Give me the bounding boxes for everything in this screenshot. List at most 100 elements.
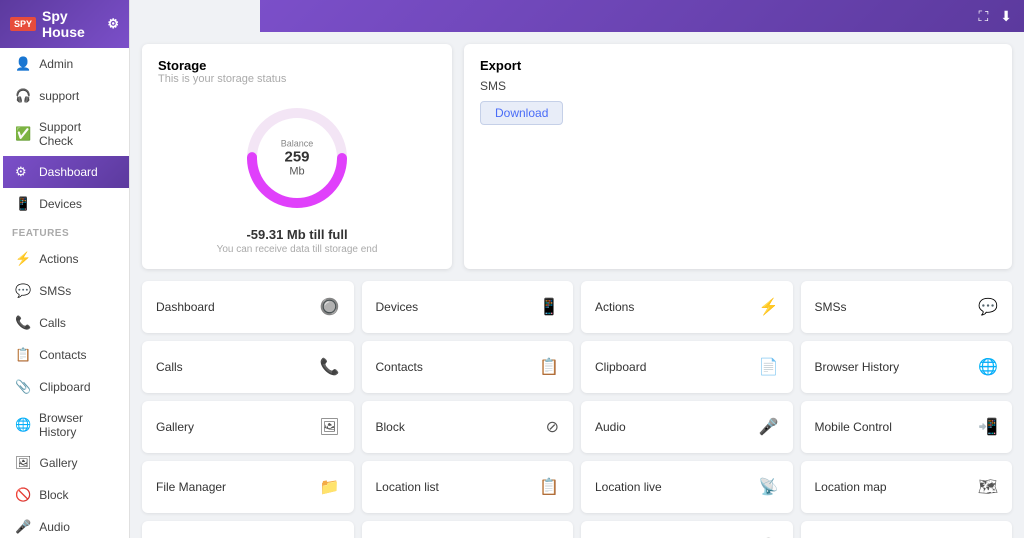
tile-gallery[interactable]: Gallery 🖼 (142, 401, 354, 453)
sidebar-label-admin: Admin (39, 57, 73, 71)
tile-label-file-manager: File Manager (156, 480, 226, 494)
storage-title: Storage (158, 58, 206, 73)
tile-actions[interactable]: Actions ⚡ (581, 281, 793, 333)
tile-icon-devices: 📱 (539, 297, 559, 317)
tile-icon-browser-history: 🌐 (978, 357, 998, 377)
sidebar-item-clipboard[interactable]: 📎 Clipboard (0, 371, 129, 403)
sidebar-label-calls: Calls (39, 316, 66, 330)
tiles-grid: Dashboard 🔘 Devices 📱 Actions ⚡ SMSs 💬 C… (142, 281, 1012, 538)
tile-label-smss: SMSs (815, 300, 847, 314)
clipboard-icon: 📎 (15, 379, 31, 395)
sidebar-label-dashboard: Dashboard (39, 165, 98, 179)
sidebar-item-audio[interactable]: 🎤 Audio (0, 511, 129, 538)
tile-devices[interactable]: Devices 📱 (362, 281, 574, 333)
tile-messengers[interactable]: Messengers 💬 (581, 521, 793, 538)
tile-icon-actions: ⚡ (759, 297, 779, 317)
sidebar: SPY Spy House ⚙ 👤 Admin 🎧 support ✅ Supp… (0, 0, 130, 538)
block-icon: 🚫 (15, 487, 31, 503)
tile-smss[interactable]: SMSs 💬 (801, 281, 1013, 333)
tile-label-actions: Actions (595, 300, 634, 314)
tile-icon-location-map: 🗺 (978, 477, 998, 497)
tile-icon-gallery: 🖼 (319, 417, 339, 437)
sidebar-item-support-check[interactable]: ✅ Support Check (0, 112, 129, 156)
sidebar-item-admin[interactable]: 👤 Admin (0, 48, 129, 80)
sidebar-label-block: Block (39, 488, 68, 502)
download-button[interactable]: Download (480, 101, 563, 125)
balance-unit: Mb (281, 166, 314, 178)
sidebar-item-contacts[interactable]: 📋 Contacts (0, 339, 129, 371)
tile-icon-file-manager: 📁 (320, 477, 340, 497)
actions-icon: ⚡ (15, 251, 31, 267)
tile-payment-history[interactable]: Payment History 💳 (142, 521, 354, 538)
tile-block[interactable]: Block ⊘ (362, 401, 574, 453)
tile-icon-block: ⊘ (546, 417, 559, 437)
tile-label-location-list: Location list (376, 480, 439, 494)
sidebar-label-contacts: Contacts (39, 348, 86, 362)
sidebar-item-smss[interactable]: 💬 SMSs (0, 275, 129, 307)
tile-keylogger[interactable]: Keylogger ⌨ (801, 521, 1013, 538)
sidebar-item-browser-history[interactable]: 🌐 Browser History (0, 403, 129, 447)
sidebar-item-devices[interactable]: 📱 Devices (0, 188, 129, 220)
storage-donut: Balance 259 Mb (242, 103, 352, 213)
storage-subtitle: This is your storage status (158, 73, 286, 85)
storage-card: Storage This is your storage status Bala… (142, 44, 452, 269)
sidebar-label-support: support (39, 89, 79, 103)
sidebar-label-support-check: Support Check (39, 120, 117, 148)
tile-label-gallery: Gallery (156, 420, 194, 434)
export-title: Export (480, 58, 996, 73)
settings-icon[interactable]: ⚙ (107, 16, 119, 32)
smss-icon: 💬 (15, 283, 31, 299)
sidebar-label-audio: Audio (39, 520, 70, 534)
tile-label-clipboard: Clipboard (595, 360, 646, 374)
tile-label-contacts: Contacts (376, 360, 423, 374)
tile-label-audio: Audio (595, 420, 626, 434)
sidebar-label-gallery: Gallery (40, 456, 78, 470)
sidebar-label-browser-history: Browser History (39, 411, 117, 439)
top-cards: Storage This is your storage status Bala… (142, 44, 1012, 269)
sidebar-label-actions: Actions (39, 252, 78, 266)
tile-icon-mobile-control: 📲 (978, 417, 998, 437)
spy-logo: SPY (10, 17, 36, 31)
tile-mobile-control[interactable]: Mobile Control 📲 (801, 401, 1013, 453)
expand-icon[interactable]: ⛶ (978, 8, 988, 25)
storage-info: -59.31 Mb till full (246, 227, 347, 242)
balance-value: 259 (281, 149, 314, 166)
balance-text: Balance (281, 139, 314, 149)
sidebar-item-block[interactable]: 🚫 Block (0, 479, 129, 511)
tile-icon-location-live: 📡 (759, 477, 779, 497)
main-content: Storage This is your storage status Bala… (130, 32, 1024, 538)
support-check-icon: ✅ (15, 126, 31, 142)
tile-label-location-live: Location live (595, 480, 662, 494)
tile-clipboard[interactable]: Clipboard 📄 (581, 341, 793, 393)
tile-calls[interactable]: Calls 📞 (142, 341, 354, 393)
gallery-icon: 🖼 (15, 455, 32, 471)
donut-label: Balance 259 Mb (281, 139, 314, 178)
tile-location-list[interactable]: Location list 📋 (362, 461, 574, 513)
tile-location-live[interactable]: Location live 📡 (581, 461, 793, 513)
sidebar-item-gallery[interactable]: 🖼 Gallery (0, 447, 129, 479)
tile-browser-history[interactable]: Browser History 🌐 (801, 341, 1013, 393)
tile-label-dashboard: Dashboard (156, 300, 215, 314)
download-icon[interactable]: ⬇ (1000, 8, 1012, 25)
tile-dashboard[interactable]: Dashboard 🔘 (142, 281, 354, 333)
sidebar-item-calls[interactable]: 📞 Calls (0, 307, 129, 339)
tile-icon-clipboard: 📄 (759, 357, 779, 377)
tile-contacts[interactable]: Contacts 📋 (362, 341, 574, 393)
tile-file-manager[interactable]: File Manager 📁 (142, 461, 354, 513)
tile-audio[interactable]: Audio 🎤 (581, 401, 793, 453)
export-sms-label: SMS (480, 79, 996, 93)
admin-icon: 👤 (15, 56, 31, 72)
sidebar-item-dashboard[interactable]: ⚙ Dashboard (0, 156, 129, 188)
tile-icon-audio: 🎤 (759, 417, 779, 437)
storage-sub: You can receive data till storage end (217, 244, 378, 255)
tile-label-calls: Calls (156, 360, 183, 374)
sidebar-item-support[interactable]: 🎧 support (0, 80, 129, 112)
tile-icon-contacts: 📋 (539, 357, 559, 377)
audio-icon: 🎤 (15, 519, 31, 535)
export-card: Export SMS Download (464, 44, 1012, 269)
tile-label-mobile-control: Mobile Control (815, 420, 892, 434)
tile-location-map[interactable]: Location map 🗺 (801, 461, 1013, 513)
browser-history-icon: 🌐 (15, 417, 31, 433)
tile-screen[interactable]: Screen 🖥 (362, 521, 574, 538)
sidebar-item-actions[interactable]: ⚡ Actions (0, 243, 129, 275)
